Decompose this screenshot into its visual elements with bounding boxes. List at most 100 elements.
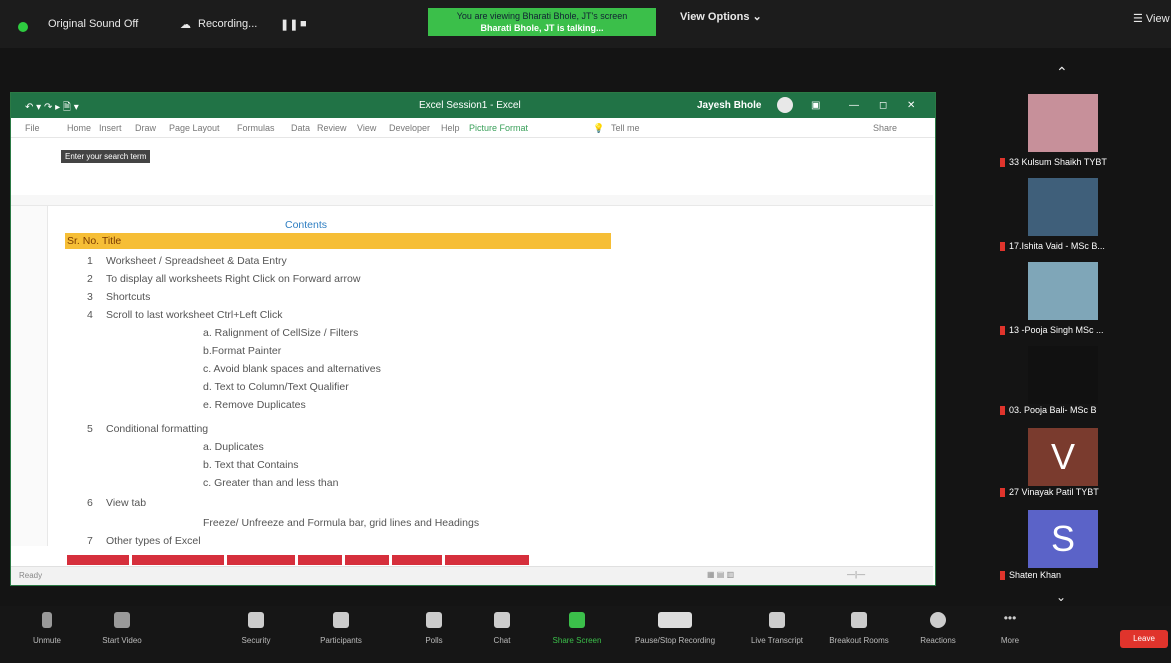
participants-button[interactable]: Participants	[306, 612, 376, 645]
view-layout-button[interactable]: ☰ View	[1133, 12, 1170, 25]
sub-item-cell[interactable]: b. Text that Contains	[203, 459, 299, 471]
title-cell[interactable]: View tab	[106, 497, 146, 509]
stop-recording-icon[interactable]: ■	[300, 18, 307, 30]
participant-video[interactable]: V	[1028, 428, 1098, 486]
lightbulb-icon: 💡	[593, 123, 605, 133]
tab-formulas[interactable]: Formulas	[237, 123, 275, 133]
chat-button[interactable]: Chat	[482, 612, 522, 645]
participant-name: Shaten Khan	[1000, 570, 1061, 581]
polls-button[interactable]: Polls	[414, 612, 454, 645]
tab-insert[interactable]: Insert	[99, 123, 122, 133]
row-number[interactable]: 3	[87, 291, 93, 303]
sub-item-cell[interactable]: c. Avoid blank spaces and alternatives	[203, 363, 381, 375]
mic-muted-icon	[1000, 571, 1005, 581]
tab-draw[interactable]: Draw	[135, 123, 156, 133]
participant-video[interactable]	[1028, 346, 1098, 404]
pause-stop-icon	[658, 612, 692, 628]
mic-muted-icon	[1000, 488, 1005, 498]
participant-video[interactable]	[1028, 178, 1098, 236]
sheet-tabs	[67, 555, 532, 565]
original-sound-toggle[interactable]: Original Sound Off	[48, 18, 138, 30]
sheet-tab[interactable]	[67, 555, 129, 565]
tell-me-search[interactable]: Tell me	[611, 123, 640, 133]
row-number[interactable]: 7	[87, 535, 93, 547]
view-mode-icons[interactable]: ▦ ▤ ▥	[707, 570, 734, 579]
sheet-tab[interactable]	[345, 555, 389, 565]
mic-muted-icon	[1000, 158, 1005, 168]
zoom-toolbar: Unmute Start Video Security Participants…	[0, 606, 1171, 663]
sub-item-cell[interactable]: d. Text to Column/Text Qualifier	[203, 381, 349, 393]
participant-name: 27 Vinayak Patil TYBT	[1000, 487, 1099, 498]
header-row[interactable]: Sr. No. Title	[65, 233, 611, 249]
shared-screen: ↶ ▾ ↷ ▸ 🗎 ▾ Excel Session1 - Excel Jayes…	[10, 92, 936, 586]
close-icon[interactable]: ✕	[907, 100, 915, 111]
breakout-rooms-button[interactable]: Breakout Rooms	[822, 612, 896, 645]
row-headers	[11, 206, 48, 546]
tab-developer[interactable]: Developer	[389, 123, 430, 133]
chevron-up-icon[interactable]: ⌃	[1056, 64, 1068, 81]
security-button[interactable]: Security	[228, 612, 284, 645]
unmute-button[interactable]: Unmute	[22, 612, 72, 645]
sub-item-cell[interactable]: c. Greater than and less than	[203, 477, 338, 489]
participant-video[interactable]	[1028, 94, 1098, 152]
title-cell[interactable]: Conditional formatting	[106, 423, 208, 435]
restore-icon[interactable]: ◻	[879, 100, 887, 111]
share-screen-button[interactable]: Share Screen	[544, 612, 610, 645]
participant-video[interactable]	[1028, 262, 1098, 320]
tab-review[interactable]: Review	[317, 123, 347, 133]
tab-home[interactable]: Home	[67, 123, 91, 133]
camera-icon	[114, 612, 130, 628]
row-number[interactable]: 2	[87, 273, 93, 285]
mic-muted-icon	[1000, 242, 1005, 252]
sub-item-cell[interactable]: e. Remove Duplicates	[203, 399, 306, 411]
mic-muted-icon	[1000, 326, 1005, 336]
live-transcript-button[interactable]: Live Transcript	[742, 612, 812, 645]
reactions-button[interactable]: Reactions	[908, 612, 968, 645]
viewing-text: You are viewing Bharati Bhole, JT's scre…	[456, 11, 628, 21]
view-options-menu[interactable]: View Options ⌄	[680, 10, 762, 23]
share-button[interactable]: Share	[873, 123, 897, 133]
title-cell[interactable]: To display all worksheets Right Click on…	[106, 273, 360, 285]
sheet-tab[interactable]	[445, 555, 529, 565]
start-video-button[interactable]: Start Video	[92, 612, 152, 645]
title-cell[interactable]: Scroll to last worksheet Ctrl+Left Click	[106, 309, 283, 321]
people-icon	[333, 612, 349, 628]
sub-item-cell[interactable]: b.Format Painter	[203, 345, 281, 357]
status-bar: Ready ▦ ▤ ▥ —|—	[11, 566, 933, 585]
sub-item-cell[interactable]: Freeze/ Unfreeze and Formula bar, grid l…	[203, 517, 479, 529]
tab-picture-format[interactable]: Picture Format	[469, 123, 528, 133]
more-button[interactable]: ••• More	[990, 612, 1030, 645]
tab-page-layout[interactable]: Page Layout	[169, 123, 220, 133]
avatar[interactable]	[777, 97, 793, 113]
leave-button[interactable]: Leave	[1120, 630, 1168, 648]
sub-item-cell[interactable]: a. Ralignment of CellSize / Filters	[203, 327, 358, 339]
participant-name: 33 Kulsum Shaikh TYBT	[1000, 157, 1107, 168]
pause-stop-recording-button[interactable]: Pause/Stop Recording	[626, 612, 724, 645]
title-cell[interactable]: Shortcuts	[106, 291, 150, 303]
column-headers	[11, 195, 933, 206]
sub-item-cell[interactable]: a. Duplicates	[203, 441, 264, 453]
avatar-letter: V	[1050, 436, 1075, 477]
screen-share-banner: You are viewing Bharati Bhole, JT's scre…	[428, 8, 656, 36]
row-number[interactable]: 5	[87, 423, 93, 435]
title-cell[interactable]: Worksheet / Spreadsheet & Data Entry	[106, 255, 287, 267]
title-cell[interactable]: Other types of Excel	[106, 535, 201, 547]
minimize-icon[interactable]: —	[849, 100, 859, 111]
sheet-tab[interactable]	[227, 555, 295, 565]
tab-data[interactable]: Data	[291, 123, 310, 133]
zoom-slider[interactable]: —|—	[847, 570, 865, 579]
participant-video[interactable]: S	[1028, 510, 1098, 568]
row-number[interactable]: 6	[87, 497, 93, 509]
row-number[interactable]: 4	[87, 309, 93, 321]
sheet-tab[interactable]	[392, 555, 442, 565]
tab-file[interactable]: File	[25, 123, 40, 133]
pause-recording-icon[interactable]: ❚❚	[280, 18, 298, 31]
sheet-tab[interactable]	[298, 555, 342, 565]
sheet-tab[interactable]	[132, 555, 224, 565]
quick-access-icons[interactable]: ↶ ▾ ↷ ▸ 🗎 ▾	[25, 100, 79, 117]
ribbon-display-icon[interactable]: ▣	[811, 100, 820, 111]
chevron-down-icon[interactable]: ⌄	[1056, 590, 1066, 604]
row-number[interactable]: 1	[87, 255, 93, 267]
tab-view[interactable]: View	[357, 123, 376, 133]
tab-help[interactable]: Help	[441, 123, 460, 133]
